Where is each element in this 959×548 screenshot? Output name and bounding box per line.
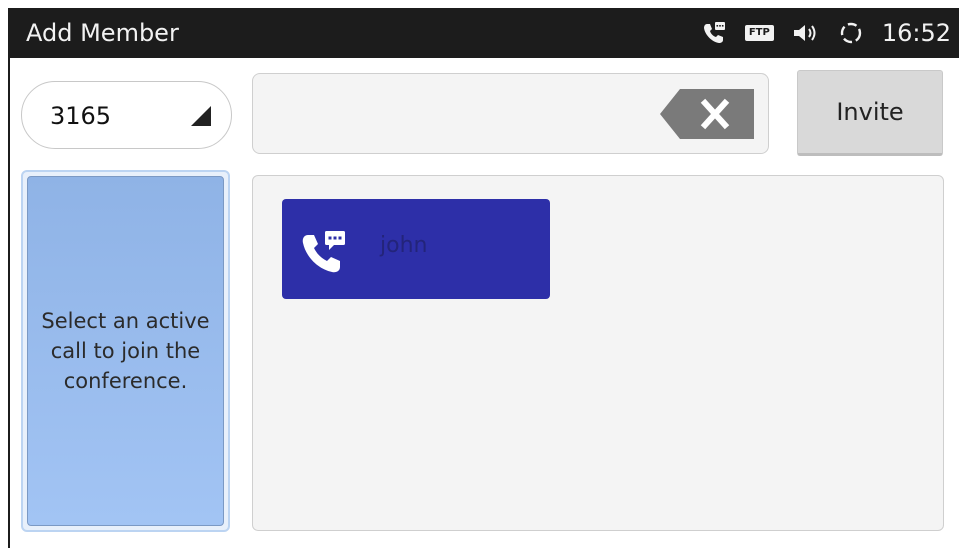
active-call-message: Select an active call to join the confer… (41, 309, 210, 393)
contacts-panel: john (252, 175, 944, 531)
dropdown-triangle-icon (189, 104, 213, 132)
ftp-icon: FTP (744, 8, 774, 58)
volume-icon (792, 8, 820, 58)
active-call-area[interactable]: Select an active call to join the confer… (27, 176, 224, 526)
backspace-button[interactable] (658, 85, 758, 143)
status-icons: FTP 16:52 (701, 8, 951, 58)
number-input[interactable] (265, 92, 649, 138)
account-value: 3165 (50, 102, 112, 130)
active-call-panel[interactable]: Select an active call to join the confer… (21, 170, 230, 532)
contact-card[interactable]: john (282, 199, 550, 299)
add-member-screen: Add Member FTP 16:52 3165 Invite Select … (0, 0, 959, 548)
frame-edge (8, 58, 10, 548)
backspace-icon (660, 89, 754, 139)
voicemail-call-icon (701, 8, 727, 58)
invite-button[interactable]: Invite (797, 70, 943, 156)
status-bar: Add Member FTP 16:52 (8, 8, 959, 58)
ftp-label: FTP (744, 25, 774, 41)
call-message-icon (300, 227, 350, 279)
page-title: Add Member (26, 19, 179, 47)
contact-name: john (380, 233, 428, 258)
account-dropdown[interactable]: 3165 (21, 81, 232, 149)
sync-icon (838, 8, 864, 58)
clock: 16:52 (881, 19, 951, 47)
number-input-box[interactable] (252, 73, 769, 154)
